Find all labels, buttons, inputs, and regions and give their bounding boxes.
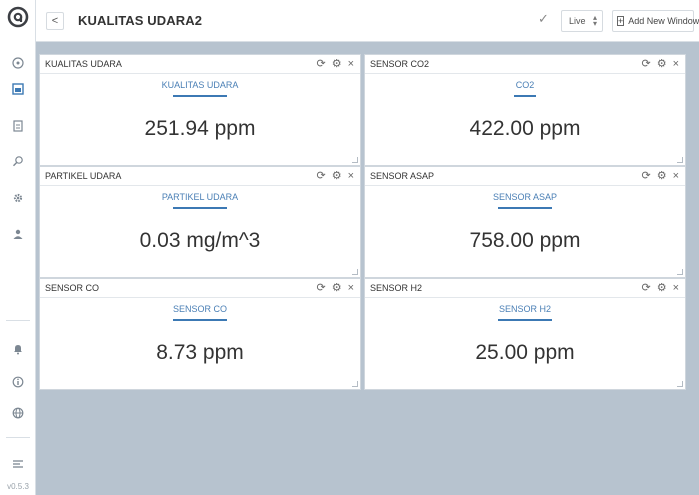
sidebar-divider (6, 320, 30, 321)
panel-actions: ⟳ ⚙ × (641, 57, 679, 71)
globe-icon[interactable] (10, 405, 26, 421)
bell-icon[interactable] (10, 341, 26, 357)
panel-header: PARTIKEL UDARA ⟳ ⚙ × (40, 167, 360, 186)
refresh-icon[interactable]: ⟳ (641, 169, 650, 183)
panel-title: SENSOR ASAP (370, 171, 435, 181)
panel-sensor-co: SENSOR CO ⟳ ⚙ × SENSOR CO 8.73 ppm (39, 278, 361, 390)
add-new-window-button[interactable]: + Add New Window (612, 10, 699, 32)
metric-underline (514, 95, 536, 97)
metric-label: SENSOR ASAP (492, 192, 558, 202)
close-icon[interactable]: × (348, 281, 354, 295)
panel-sensor-h2: SENSOR H2 ⟳ ⚙ × SENSOR H2 25.00 ppm (364, 278, 686, 390)
metric-value: 758.00 ppm (469, 229, 581, 252)
metric-underline (173, 95, 227, 97)
close-icon[interactable]: × (348, 169, 354, 183)
users-icon[interactable] (10, 226, 26, 242)
gear-icon[interactable]: ⚙ (332, 169, 342, 183)
gear-icon[interactable]: ⚙ (657, 281, 667, 295)
metric-value: 25.00 ppm (475, 341, 575, 364)
panel-header: SENSOR ASAP ⟳ ⚙ × (365, 167, 685, 186)
resize-handle[interactable] (352, 157, 358, 163)
refresh-icon[interactable]: ⟳ (316, 169, 325, 183)
close-icon[interactable]: × (673, 281, 679, 295)
select-arrows-icon: ▴ ▾ (592, 13, 597, 28)
metric-label: CO2 (515, 80, 535, 90)
live-select[interactable]: Live ▴ ▾ (561, 10, 603, 32)
metric-value: 251.94 ppm (144, 117, 256, 140)
resize-handle[interactable] (677, 269, 683, 275)
resize-handle[interactable] (352, 269, 358, 275)
close-icon[interactable]: × (348, 57, 354, 71)
panel-title: SENSOR H2 (370, 283, 423, 293)
metric-value: 0.03 mg/m^3 (139, 229, 261, 252)
metric-label: KUALITAS UDARA (161, 80, 239, 90)
chart-icon[interactable] (10, 81, 26, 97)
gear-icon[interactable]: ⚙ (657, 57, 667, 71)
metric-value: 8.73 ppm (156, 341, 244, 364)
close-icon[interactable]: × (673, 57, 679, 71)
panel-title: PARTIKEL UDARA (45, 171, 122, 181)
panel-header: SENSOR CO ⟳ ⚙ × (40, 279, 360, 298)
add-new-window-label: Add New Window (628, 16, 699, 26)
panel-actions: ⟳ ⚙ × (316, 57, 354, 71)
panel-actions: ⟳ ⚙ × (641, 169, 679, 183)
back-button[interactable]: < (46, 12, 64, 30)
search-icon[interactable] (10, 153, 26, 169)
top-bar: < KUALITAS UDARA2 ✓ Live ▴ ▾ + Add New Wi… (36, 0, 699, 42)
refresh-icon[interactable]: ⟳ (641, 281, 650, 295)
panel-actions: ⟳ ⚙ × (316, 281, 354, 295)
panel-actions: ⟳ ⚙ × (641, 281, 679, 295)
panel-title: SENSOR CO (45, 283, 100, 293)
close-icon[interactable]: × (673, 169, 679, 183)
metric-label: SENSOR H2 (498, 304, 551, 314)
refresh-icon[interactable]: ⟳ (316, 57, 325, 71)
sidebar: v0.5.3 (0, 0, 36, 495)
metric-label: SENSOR CO (172, 304, 227, 314)
menu-icon[interactable] (10, 456, 26, 472)
resize-handle[interactable] (352, 381, 358, 387)
panel-sensor-co2: SENSOR CO2 ⟳ ⚙ × CO2 422.00 ppm (364, 54, 686, 166)
panel-actions: ⟳ ⚙ × (316, 169, 354, 183)
panel-title: KUALITAS UDARA (45, 59, 122, 69)
metric-underline (498, 207, 552, 209)
sidebar-divider (6, 437, 30, 438)
refresh-icon[interactable]: ⟳ (641, 57, 650, 71)
logo-icon[interactable] (6, 5, 30, 29)
metric-underline (173, 319, 227, 321)
check-icon[interactable]: ✓ (538, 11, 549, 27)
metric-underline (173, 207, 227, 209)
live-select-value: Live (569, 16, 586, 26)
panel-kualitas-udara: KUALITAS UDARA ⟳ ⚙ × KUALITAS UDARA 251.… (39, 54, 361, 166)
info-icon[interactable] (10, 374, 26, 390)
gear-icon[interactable]: ⚙ (657, 169, 667, 183)
metric-value: 422.00 ppm (469, 117, 581, 140)
plus-icon: + (617, 16, 625, 26)
refresh-icon[interactable]: ⟳ (316, 281, 325, 295)
resize-handle[interactable] (677, 157, 683, 163)
metric-underline (498, 319, 552, 321)
gear-icon[interactable]: ⚙ (332, 57, 342, 71)
report-icon[interactable] (10, 118, 26, 134)
resize-handle[interactable] (677, 381, 683, 387)
panel-partikel-udara: PARTIKEL UDARA ⟳ ⚙ × PARTIKEL UDARA 0.03… (39, 166, 361, 278)
chevron-left-icon: < (51, 15, 59, 27)
panel-title: SENSOR CO2 (370, 59, 430, 69)
page-title: KUALITAS UDARA2 (78, 13, 203, 28)
gear-icon[interactable] (10, 190, 26, 206)
panel-header: SENSOR H2 ⟳ ⚙ × (365, 279, 685, 298)
panel-sensor-asap: SENSOR ASAP ⟳ ⚙ × SENSOR ASAP 758.00 ppm (364, 166, 686, 278)
gear-icon[interactable]: ⚙ (332, 281, 342, 295)
metric-label: PARTIKEL UDARA (161, 192, 239, 202)
dashboard-icon[interactable] (10, 55, 26, 71)
panel-header: SENSOR CO2 ⟳ ⚙ × (365, 55, 685, 74)
version-label: v0.5.3 (7, 482, 29, 491)
panel-header: KUALITAS UDARA ⟳ ⚙ × (40, 55, 360, 74)
